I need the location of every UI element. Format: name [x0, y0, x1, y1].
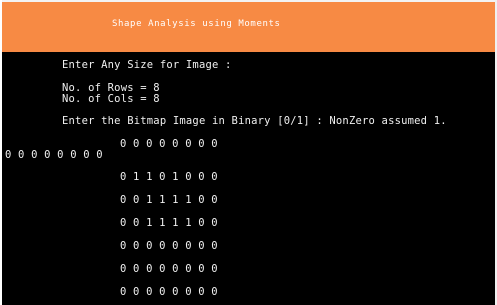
- matrix-row: 0 1 1 0 1 0 0 0: [120, 171, 218, 183]
- bitmap-prompt: Enter the Bitmap Image in Binary [0/1] :…: [62, 115, 447, 127]
- cols-line: No. of Cols = 8: [62, 93, 160, 105]
- matrix-row: 0 0 0 0 0 0 0 0: [120, 138, 218, 150]
- matrix-row: 0 0 0 0 0 0 0 0: [120, 240, 218, 252]
- console-window: Shape Analysis using Moments Enter Any S…: [2, 0, 495, 305]
- console-output: Enter Any Size for Image : No. of Rows =…: [2, 52, 495, 305]
- matrix-row: 0 0 0 0 0 0 0 0: [120, 286, 218, 298]
- matrix-row: 0 0 0 0 0 0 0 0: [5, 149, 103, 161]
- title-bar: Shape Analysis using Moments: [2, 0, 495, 52]
- size-prompt: Enter Any Size for Image :: [62, 59, 232, 71]
- matrix-row: 0 0 0 0 0 0 0 0: [120, 263, 218, 275]
- matrix-row: 0 0 1 1 1 1 0 0: [120, 217, 218, 229]
- window-title: Shape Analysis using Moments: [112, 19, 281, 29]
- matrix-row: 0 0 1 1 1 1 0 0: [120, 194, 218, 206]
